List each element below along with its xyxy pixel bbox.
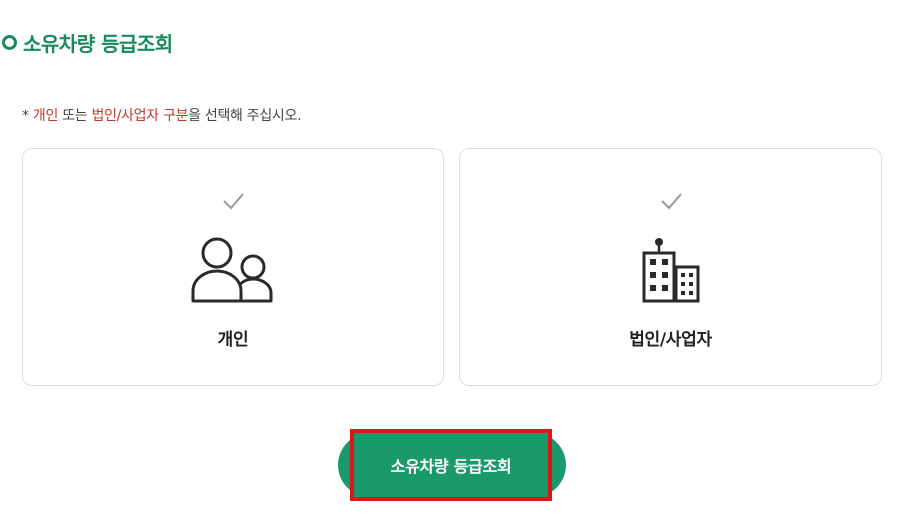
section-title: 소유차량 등급조회 [2,28,173,57]
notice-connector: 또는 [58,108,92,124]
notice-suffix: 을 선택해 주십시오. [188,108,302,124]
person-group-icon [191,237,273,303]
option-card-corporate[interactable]: 법인/사업자 [459,148,882,386]
option-card-personal[interactable]: 개인 [22,148,444,386]
highlight-frame [350,429,552,501]
notice-personal: 개인 [32,108,59,124]
notice-corporate: 법인/사업자 [91,108,160,124]
circle-bullet-icon [2,35,17,50]
selection-notice: * 개인 또는 법인/사업자 구분을 선택해 주십시오. [22,105,302,125]
notice-prefix: * [22,108,33,124]
option-label-corporate: 법인/사업자 [629,330,712,350]
page: 소유차량 등급조회 * 개인 또는 법인/사업자 구분을 선택해 주십시오. 개… [0,0,905,526]
building-icon [642,238,699,303]
check-icon [223,193,244,210]
option-label-personal: 개인 [217,330,249,350]
section-title-text: 소유차량 등급조회 [23,32,173,56]
check-icon [660,193,682,210]
notice-division: 구분 [162,108,189,124]
